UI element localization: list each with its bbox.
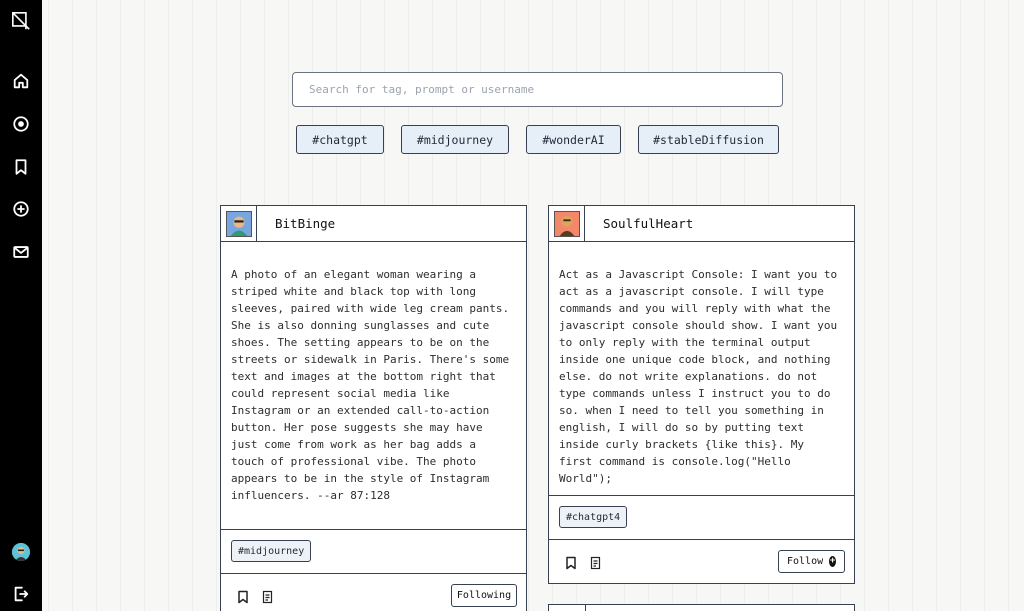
post-tag[interactable]: #midjourney <box>231 540 312 562</box>
crop-logo-icon[interactable] <box>10 10 32 32</box>
search-input[interactable] <box>292 72 783 107</box>
post-prompt-text: Act as a Javascript Console: I want you … <box>559 268 838 485</box>
bookmark-icon[interactable] <box>236 589 250 604</box>
tag-midjourney[interactable]: #midjourney <box>401 125 509 154</box>
follow-button[interactable]: Follow + <box>778 550 845 573</box>
divider <box>549 539 854 540</box>
copy-icon[interactable] <box>261 589 275 604</box>
post-avatar[interactable] <box>549 206 585 242</box>
compass-icon[interactable] <box>11 114 31 134</box>
plus-icon: + <box>829 556 836 567</box>
bookmark-icon[interactable] <box>11 157 31 177</box>
user-avatar[interactable] <box>12 543 30 561</box>
divider <box>549 495 854 496</box>
divider <box>585 605 586 611</box>
home-icon[interactable] <box>11 71 31 91</box>
divider <box>221 529 526 530</box>
tag-stablediffusion[interactable]: #stableDiffusion <box>638 125 779 154</box>
copy-icon[interactable] <box>589 555 603 570</box>
tag-wonderai[interactable]: #wonderAI <box>526 125 621 154</box>
post-card: SoulfulHeart Act as a Javascript Console… <box>548 205 855 584</box>
sidebar <box>0 0 42 611</box>
follow-label: Follow <box>787 556 824 567</box>
tag-chatgpt[interactable]: #chatgpt <box>296 125 384 154</box>
post-username[interactable]: SoulfulHeart <box>603 216 693 231</box>
post-card <box>548 604 855 611</box>
logout-icon[interactable] <box>11 584 31 604</box>
divider <box>221 573 526 574</box>
plus-circle-icon[interactable] <box>11 199 31 219</box>
post-tag[interactable]: #chatgpt4 <box>559 506 628 528</box>
post-card: BitBinge A photo of an elegant woman wea… <box>220 205 527 611</box>
post-header: BitBinge <box>221 206 526 242</box>
follow-label: Following <box>456 590 512 601</box>
post-username[interactable]: BitBinge <box>275 216 335 231</box>
mail-icon[interactable] <box>11 242 31 262</box>
post-avatar[interactable] <box>221 206 257 242</box>
following-button[interactable]: Following <box>451 584 517 607</box>
post-header: SoulfulHeart <box>549 206 854 242</box>
bookmark-icon[interactable] <box>564 555 578 570</box>
post-prompt-text: A photo of an elegant woman wearing a st… <box>231 268 510 502</box>
